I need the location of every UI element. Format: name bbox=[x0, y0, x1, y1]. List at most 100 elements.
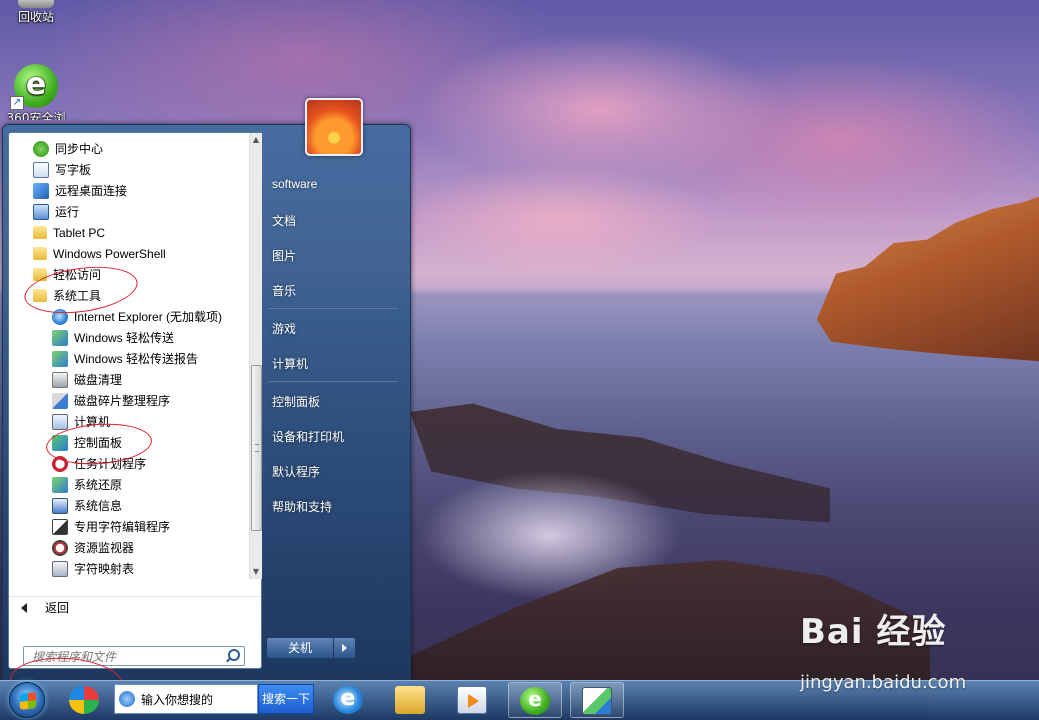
program-label: Internet Explorer (无加载项) bbox=[74, 310, 223, 324]
360-icon bbox=[69, 686, 99, 714]
start-right-item-control-panel[interactable]: 控制面板 bbox=[272, 393, 320, 410]
program-label: Tablet PC bbox=[53, 225, 106, 240]
program-label: Windows 轻松传送 bbox=[74, 331, 175, 345]
program-item-remote-desktop[interactable]: 远程桌面连接 bbox=[33, 180, 127, 201]
program-item-character-map[interactable]: 字符映射表 bbox=[52, 558, 134, 579]
taskbar-app-media-player[interactable] bbox=[446, 682, 500, 718]
back-label: 返回 bbox=[45, 601, 70, 615]
start-right-item-pictures[interactable]: 图片 bbox=[272, 247, 296, 264]
program-item-easy-transfer-report[interactable]: Windows 轻松传送报告 bbox=[52, 348, 198, 369]
program-item-private-char-editor[interactable]: 专用字符编辑程序 bbox=[52, 516, 170, 537]
program-label: 运行 bbox=[55, 205, 80, 219]
all-programs-list: 同步中心 写字板 远程桌面连接 运行 Tablet PC Windows Pow… bbox=[9, 133, 249, 579]
shortcut-arrow-icon: ↗ bbox=[10, 96, 24, 110]
run-icon bbox=[33, 203, 49, 220]
system-restore-icon bbox=[52, 476, 68, 493]
program-list-scrollbar[interactable]: ▲ ▼ bbox=[249, 133, 262, 579]
taskbar-app-control-panel[interactable] bbox=[570, 682, 624, 718]
sync-icon bbox=[33, 140, 49, 157]
program-label: 字符映射表 bbox=[74, 562, 135, 576]
program-label: 系统信息 bbox=[74, 499, 123, 513]
start-right-divider bbox=[268, 308, 398, 309]
program-item-run[interactable]: 运行 bbox=[33, 201, 79, 222]
disk-cleanup-icon bbox=[52, 371, 68, 388]
computer-icon bbox=[52, 413, 68, 430]
char-editor-icon bbox=[52, 518, 68, 535]
desktop-icon-360-browser[interactable]: 360安全浏览 bbox=[4, 64, 68, 120]
scroll-grip-icon bbox=[255, 444, 259, 452]
easy-transfer-icon bbox=[52, 329, 68, 346]
wordpad-icon bbox=[33, 161, 49, 178]
char-map-icon bbox=[52, 560, 68, 577]
back-arrow-icon bbox=[21, 602, 27, 613]
explorer-icon bbox=[395, 686, 425, 714]
taskbar-search-toolbar: 输入你想搜的 搜索一下 bbox=[114, 684, 314, 714]
program-item-resource-monitor[interactable]: 资源监视器 bbox=[52, 537, 134, 558]
taskbar-app-360[interactable] bbox=[58, 682, 112, 718]
360-browser-icon bbox=[520, 687, 550, 715]
shutdown-button[interactable]: 关机 bbox=[266, 637, 334, 659]
program-label: 同步中心 bbox=[55, 142, 104, 156]
folder-icon bbox=[33, 226, 47, 239]
program-item-system-info[interactable]: 系统信息 bbox=[52, 495, 122, 516]
taskbar-search-text: 输入你想搜的 bbox=[141, 692, 214, 707]
program-folder-tablet-pc[interactable]: Tablet PC bbox=[33, 222, 105, 243]
program-item-disk-cleanup[interactable]: 磁盘清理 bbox=[52, 369, 122, 390]
shutdown-group: 关机 bbox=[266, 637, 356, 659]
start-right-item-help-support[interactable]: 帮助和支持 bbox=[272, 498, 332, 515]
program-label: Windows PowerShell bbox=[53, 246, 166, 261]
desktop-icon-recycle-bin[interactable]: 回收站 bbox=[4, 0, 68, 25]
desktop-icon-label: 回收站 bbox=[17, 10, 54, 24]
easy-transfer-report-icon bbox=[52, 350, 68, 367]
back-button[interactable]: 返回 bbox=[9, 596, 261, 618]
scroll-down-arrow-icon[interactable]: ▼ bbox=[250, 565, 262, 579]
shutdown-options-arrow-icon[interactable] bbox=[334, 637, 356, 659]
user-account-picture[interactable] bbox=[305, 98, 363, 156]
program-item-sync-center[interactable]: 同步中心 bbox=[33, 138, 103, 159]
search-icon[interactable] bbox=[225, 648, 241, 664]
watermark-brand: Bai 经验 bbox=[800, 612, 947, 652]
program-item-defragmenter[interactable]: 磁盘碎片整理程序 bbox=[52, 390, 170, 411]
folder-icon bbox=[33, 247, 47, 260]
watermark-url: jingyan.baidu.com bbox=[800, 672, 967, 693]
program-item-easy-transfer[interactable]: Windows 轻松传送 bbox=[52, 327, 174, 348]
resource-monitor-icon bbox=[52, 539, 68, 556]
program-label: 写字板 bbox=[55, 163, 92, 177]
scroll-up-arrow-icon[interactable]: ▲ bbox=[250, 133, 262, 147]
start-right-item-computer[interactable]: 计算机 bbox=[272, 355, 308, 372]
taskbar-app-ie[interactable] bbox=[322, 682, 376, 718]
program-label: 磁盘清理 bbox=[74, 373, 123, 387]
start-right-divider bbox=[268, 381, 398, 382]
control-panel-icon bbox=[582, 687, 612, 715]
media-player-icon bbox=[457, 686, 487, 714]
start-right-item-software[interactable]: software bbox=[272, 177, 317, 191]
wallpaper-rock-right bbox=[816, 192, 1039, 362]
program-item-wordpad[interactable]: 写字板 bbox=[33, 159, 91, 180]
start-right-item-devices-printers[interactable]: 设备和打印机 bbox=[272, 428, 344, 445]
start-right-item-music[interactable]: 音乐 bbox=[272, 282, 296, 299]
taskbar-app-360-browser[interactable] bbox=[508, 682, 562, 718]
scrollbar-thumb[interactable] bbox=[251, 365, 262, 531]
program-label: 远程桌面连接 bbox=[55, 184, 128, 198]
start-right-item-default-programs[interactable]: 默认程序 bbox=[272, 463, 320, 480]
start-right-item-games[interactable]: 游戏 bbox=[272, 320, 296, 337]
program-label: 专用字符编辑程序 bbox=[74, 520, 171, 534]
program-item-system-restore[interactable]: 系统还原 bbox=[52, 474, 122, 495]
program-folder-powershell[interactable]: Windows PowerShell bbox=[33, 243, 166, 264]
program-label: 系统还原 bbox=[74, 478, 123, 492]
taskbar-app-explorer[interactable] bbox=[384, 682, 438, 718]
program-label: 资源监视器 bbox=[74, 541, 135, 555]
recycle-bin-icon bbox=[18, 0, 54, 8]
defrag-icon bbox=[52, 392, 68, 409]
program-label: Windows 轻松传送报告 bbox=[74, 352, 199, 366]
start-right-item-documents[interactable]: 文档 bbox=[272, 212, 296, 229]
start-menu-program-pane: 同步中心 写字板 远程桌面连接 运行 Tablet PC Windows Pow… bbox=[8, 132, 262, 669]
start-button-icon[interactable] bbox=[9, 682, 45, 718]
program-label: 磁盘碎片整理程序 bbox=[74, 394, 171, 408]
taskbar-search-button[interactable]: 搜索一下 bbox=[258, 684, 314, 714]
taskbar-search-input[interactable]: 输入你想搜的 bbox=[114, 684, 258, 714]
start-menu: 同步中心 写字板 远程桌面连接 运行 Tablet PC Windows Pow… bbox=[2, 124, 411, 680]
ie-icon bbox=[333, 686, 363, 714]
system-info-icon bbox=[52, 497, 68, 514]
remote-desktop-icon bbox=[33, 182, 49, 199]
